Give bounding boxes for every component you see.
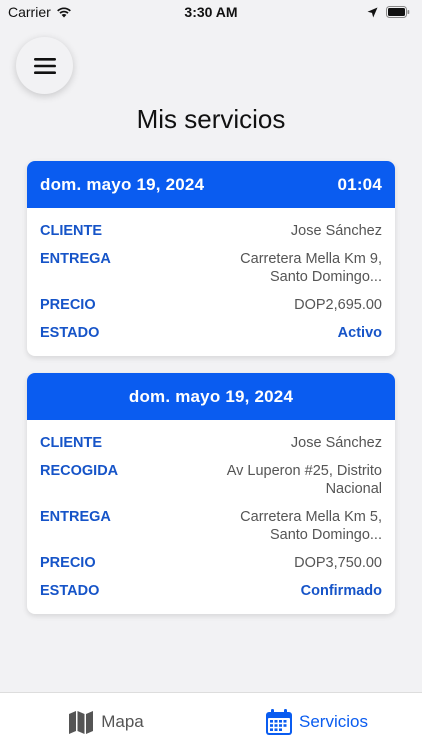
service-card-header: dom. mayo 19, 2024: [27, 373, 395, 420]
status-bar: Carrier 3:30 AM: [0, 0, 422, 24]
service-card[interactable]: dom. mayo 19, 2024 CLIENTE Jose Sánchez …: [27, 373, 395, 614]
menu-button[interactable]: [16, 37, 73, 94]
service-card-body: CLIENTE Jose Sánchez RECOGIDA Av Luperon…: [27, 420, 395, 614]
detail-label: ESTADO: [40, 325, 100, 341]
detail-row-estado: ESTADO Activo: [40, 324, 382, 342]
detail-label: CLIENTE: [40, 223, 103, 239]
tab-label: Servicios: [299, 711, 368, 731]
service-card-header: dom. mayo 19, 2024 01:04: [27, 161, 395, 208]
page-title: Mis servicios: [136, 104, 286, 134]
tab-mapa[interactable]: Mapa: [0, 693, 211, 750]
map-icon: [69, 710, 94, 734]
detail-label: PRECIO: [40, 297, 96, 313]
detail-row-recogida: RECOGIDA Av Luperon #25, Distrito Nacion…: [40, 462, 382, 498]
wifi-icon: [56, 7, 71, 18]
detail-value: DOP3,750.00: [294, 555, 382, 571]
status-right: [367, 6, 410, 18]
service-time: 01:04: [337, 174, 382, 194]
service-date: dom. mayo 19, 2024: [128, 386, 294, 406]
detail-row-precio: PRECIO DOP3,750.00: [40, 554, 382, 572]
detail-row-cliente: CLIENTE Jose Sánchez: [40, 222, 382, 240]
service-card-body: CLIENTE Jose Sánchez ENTREGA Carretera M…: [27, 208, 395, 356]
detail-value: Carretera Mella Km 5, Santo Domingo...: [240, 509, 382, 543]
hamburger-menu-icon: [33, 57, 56, 74]
detail-label: PRECIO: [40, 555, 96, 571]
detail-label: ESTADO: [40, 583, 100, 599]
detail-value: Av Luperon #25, Distrito Nacional: [226, 463, 382, 497]
status-left: Carrier: [8, 4, 72, 20]
detail-value: DOP2,695.00: [294, 297, 382, 313]
detail-row-estado: ESTADO Confirmado: [40, 582, 382, 600]
location-arrow-icon: [367, 7, 378, 17]
detail-row-entrega: ENTREGA Carretera Mella Km 9, Santo Domi…: [40, 250, 382, 286]
status-badge: Activo: [337, 325, 382, 341]
tab-label: Mapa: [101, 711, 144, 731]
calendar-icon: [266, 708, 293, 735]
detail-row-cliente: CLIENTE Jose Sánchez: [40, 434, 382, 452]
tab-servicios[interactable]: Servicios: [211, 693, 422, 750]
detail-value: Carretera Mella Km 9, Santo Domingo...: [240, 251, 382, 285]
detail-label: CLIENTE: [40, 435, 103, 451]
detail-label: RECOGIDA: [40, 463, 119, 479]
status-badge: Confirmado: [300, 583, 382, 599]
tab-bar: Mapa Servicios: [0, 692, 422, 750]
detail-label: ENTREGA: [40, 509, 111, 525]
service-date: dom. mayo 19, 2024: [40, 174, 205, 194]
carrier-label: Carrier: [8, 4, 51, 20]
detail-row-precio: PRECIO DOP2,695.00: [40, 296, 382, 314]
service-card[interactable]: dom. mayo 19, 2024 01:04 CLIENTE Jose Sá…: [27, 161, 395, 356]
detail-value: Jose Sánchez: [290, 435, 382, 451]
detail-label: ENTREGA: [40, 251, 111, 267]
battery-icon: [386, 6, 410, 18]
detail-row-entrega: ENTREGA Carretera Mella Km 5, Santo Domi…: [40, 508, 382, 544]
detail-value: Jose Sánchez: [290, 223, 382, 239]
